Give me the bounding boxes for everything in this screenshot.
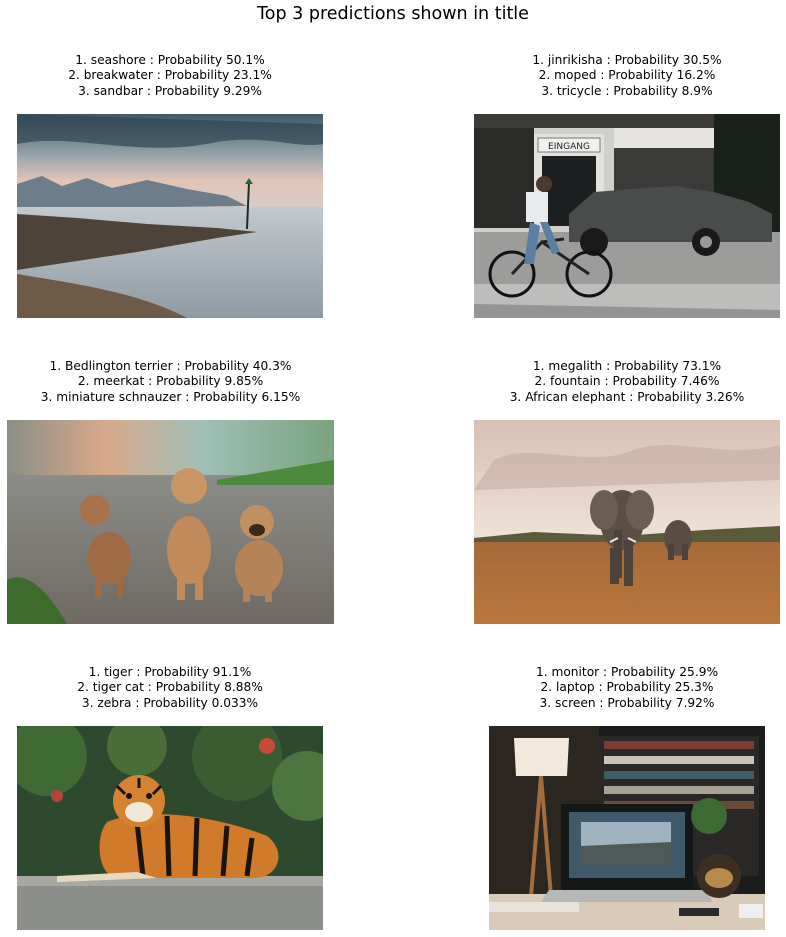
- prediction-2: 2. laptop : Probability 25.3%: [540, 680, 714, 695]
- prediction-1: 1. jinrikisha : Probability 30.5%: [532, 53, 722, 67]
- figure-title: Top 3 predictions shown in title: [257, 4, 529, 24]
- prediction-2: 2. breakwater : Probability 23.1%: [68, 68, 272, 83]
- elephants-photo: [474, 420, 780, 624]
- panel-5-caption: 1. tiger : Probability 91.1% 2. tiger ca…: [17, 665, 323, 711]
- prediction-2: 2. fountain : Probability 7.46%: [534, 374, 720, 389]
- panel-4-caption: 1. megalith : Probability 73.1% 2. fount…: [474, 359, 780, 405]
- prediction-2: 2. meerkat : Probability 9.85%: [77, 374, 264, 389]
- prediction-3: 3. tricycle : Probability 8.9%: [541, 83, 713, 98]
- prediction-3: 3. screen : Probability 7.92%: [539, 695, 715, 710]
- prediction-3: 3. sandbar : Probability 9.29%: [78, 83, 262, 98]
- tiger-photo: [17, 726, 323, 930]
- eingang-sign: EINGANG: [548, 142, 590, 152]
- prediction-1: 1. megalith : Probability 73.1%: [532, 359, 722, 373]
- panel-3-caption: 1. Bedlington terrier : Probability 40.3…: [7, 359, 334, 405]
- prediction-3: 3. zebra : Probability 0.033%: [81, 695, 259, 710]
- prediction-1: 1. seashore : Probability 50.1%: [75, 53, 265, 67]
- street-photo: EINGANG: [474, 114, 780, 318]
- panel-2-caption: 1. jinrikisha : Probability 30.5% 2. mop…: [474, 53, 780, 99]
- laptop-photo: [489, 726, 765, 930]
- prediction-1: 1. tiger : Probability 91.1%: [88, 665, 252, 679]
- panel-6-caption: 1. monitor : Probability 25.9% 2. laptop…: [489, 665, 765, 711]
- puppies-photo: [7, 420, 334, 624]
- prediction-2: 2. tiger cat : Probability 8.88%: [77, 680, 263, 695]
- prediction-1: 1. monitor : Probability 25.9%: [535, 665, 719, 679]
- panel-1-caption: 1. seashore : Probability 50.1% 2. break…: [17, 53, 323, 99]
- seashore-photo: [17, 114, 323, 318]
- prediction-3: 3. African elephant : Probability 3.26%: [509, 389, 745, 404]
- prediction-2: 2. moped : Probability 16.2%: [538, 68, 716, 83]
- prediction-3: 3. miniature schnauzer : Probability 6.1…: [40, 389, 301, 404]
- prediction-1: 1. Bedlington terrier : Probability 40.3…: [49, 359, 292, 373]
